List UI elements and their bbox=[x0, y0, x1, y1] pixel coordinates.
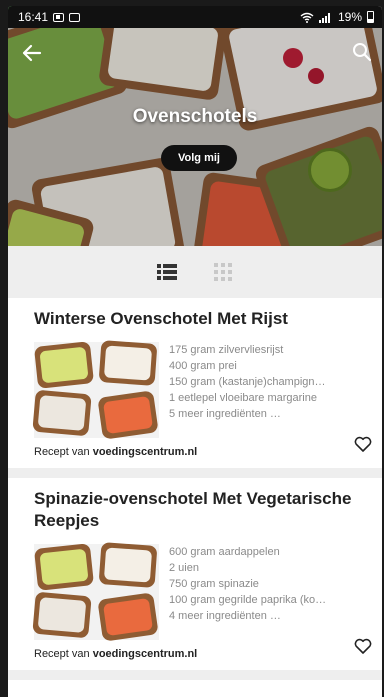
recipe-title: Spinazie-ovenschotel Met Vegetarische Re… bbox=[34, 489, 352, 530]
recipe-card[interactable]: Winterse Ovenschotel Met Rijst 175 gram … bbox=[8, 298, 382, 468]
list-icon bbox=[157, 264, 177, 280]
source-link[interactable]: voedingscentrum.nl bbox=[93, 648, 198, 660]
ingredient-item: 175 gram zilvervliesrijst bbox=[169, 344, 284, 356]
app-screen: 16:41 19% Ovenschotels Volg mij Winterse… bbox=[8, 6, 382, 697]
source-link[interactable]: voedingscentrum.nl bbox=[93, 446, 198, 458]
ingredient-more: 5 meer ingrediënten … bbox=[169, 408, 281, 420]
ingredient-item: 2 uien bbox=[169, 562, 199, 574]
grid-view-button[interactable] bbox=[212, 261, 234, 283]
view-toggle-bar bbox=[8, 246, 382, 298]
follow-button[interactable]: Volg mij bbox=[161, 145, 237, 171]
signal-icon bbox=[318, 12, 330, 23]
wifi-icon bbox=[300, 12, 314, 23]
status-bar: 16:41 19% bbox=[8, 6, 382, 28]
list-view-button[interactable] bbox=[156, 261, 178, 283]
back-button[interactable] bbox=[22, 42, 42, 68]
recipe-list: Winterse Ovenschotel Met Rijst 175 gram … bbox=[8, 298, 382, 697]
source-prefix: Recept van bbox=[34, 446, 93, 458]
ingredient-list: 175 gram zilvervliesrijst 400 gram prei … bbox=[169, 342, 369, 438]
ingredient-list: 600 gram aardappelen 2 uien 750 gram spi… bbox=[169, 544, 369, 640]
gallery-icon bbox=[53, 12, 65, 22]
favorite-heart-icon[interactable] bbox=[354, 436, 372, 452]
favorite-heart-icon[interactable] bbox=[354, 638, 372, 654]
battery-icon bbox=[367, 11, 374, 23]
ingredient-item: 750 gram spinazie bbox=[169, 578, 259, 590]
source-prefix: Recept van bbox=[34, 648, 93, 660]
page-title: Ovenschotels bbox=[132, 106, 258, 127]
ingredient-item: 100 gram gegrilde paprika (ko… bbox=[169, 594, 327, 606]
recipe-thumbnail bbox=[32, 340, 159, 440]
ingredient-more: 4 meer ingrediënten … bbox=[169, 610, 281, 622]
hero-banner: Ovenschotels Volg mij bbox=[8, 28, 382, 246]
recipe-thumbnail bbox=[32, 542, 159, 642]
recipe-source: Recept van voedingscentrum.nl bbox=[34, 640, 370, 670]
grid-icon bbox=[214, 263, 232, 281]
ingredient-item: 150 gram (kastanje)champign… bbox=[169, 376, 326, 388]
ingredient-item: 400 gram prei bbox=[169, 360, 237, 372]
recipe-title: Winterse Ovenschotel Met Rijst bbox=[34, 309, 288, 328]
divider bbox=[8, 468, 382, 478]
arrow-left-icon bbox=[22, 44, 42, 62]
ingredient-item: 600 gram aardappelen bbox=[169, 546, 280, 558]
divider bbox=[8, 670, 382, 680]
ingredient-item: 1 eetlepel vloeibare margarine bbox=[169, 392, 317, 404]
recipe-source: Recept van voedingscentrum.nl bbox=[34, 438, 370, 468]
recipe-card[interactable]: Spinazie-ovenschotel Met Vegetarische Re… bbox=[8, 478, 382, 670]
search-icon bbox=[353, 43, 372, 62]
battery-percentage: 19% bbox=[337, 10, 362, 24]
media-icon bbox=[69, 12, 81, 22]
search-button[interactable] bbox=[352, 42, 372, 62]
status-time: 16:41 bbox=[18, 10, 49, 24]
recipe-card-partial[interactable] bbox=[8, 680, 382, 697]
